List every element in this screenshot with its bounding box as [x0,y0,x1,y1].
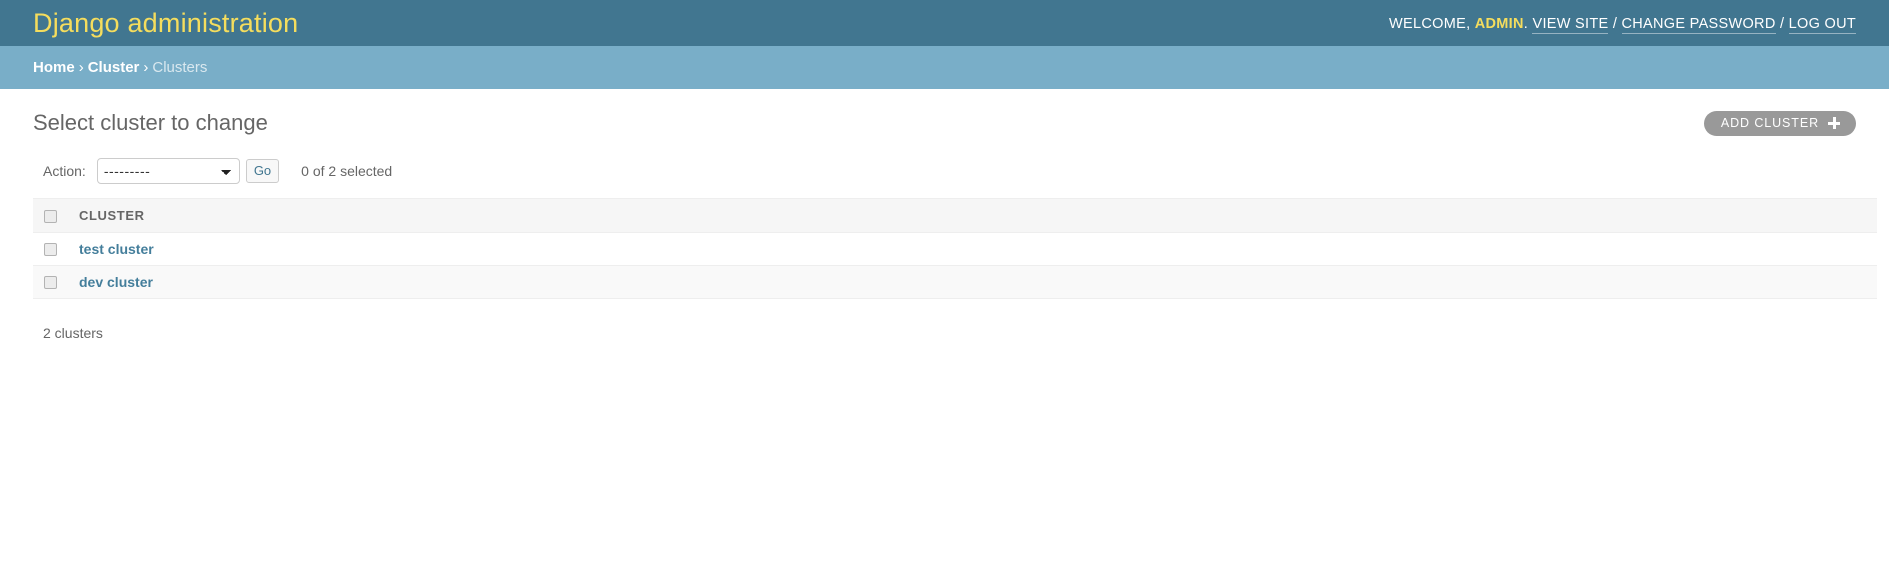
paginator: 2 clusters [33,312,1856,351]
results-table-body: test cluster dev cluster [33,232,1877,299]
result-count: 2 clusters [43,324,103,341]
changelist: Action: --------- Go 0 of 2 selected CLU… [33,155,1877,351]
username-period: . [1523,16,1529,32]
user-tools-separator-2: / [1779,16,1785,32]
row-select-cell [33,232,69,266]
branding: Django administration [33,8,298,38]
column-header-cluster[interactable]: CLUSTER [69,197,1877,233]
action-counter: 0 of 2 selected [301,162,393,179]
site-title-link[interactable]: Django administration [33,8,298,38]
results-table: CLUSTER test cluster dev cluster [33,197,1877,299]
table-row: test cluster [33,232,1877,266]
site-title: Django administration [33,8,298,38]
action-bar: Action: --------- Go 0 of 2 selected [33,155,1856,186]
select-all-header-cell [33,197,69,233]
results-header-row: CLUSTER [33,197,1877,233]
table-row: dev cluster [33,265,1877,299]
row-select-checkbox[interactable] [44,276,57,290]
results-table-head: CLUSTER [33,197,1877,233]
page-title: Select cluster to change [33,110,268,135]
row-select-cell [33,265,69,299]
cluster-link[interactable]: test cluster [79,241,154,257]
add-cluster-label: Add cluster [1720,116,1819,130]
object-tools: Add cluster [1703,111,1856,136]
user-tools: Welcome, ADMIN. View site / Change passw… [1389,14,1856,34]
content-title-row: Select cluster to change Add cluster [33,89,1856,136]
user-tools-separator-1: / [1612,16,1618,32]
row-select-checkbox[interactable] [44,243,57,257]
select-all-checkbox[interactable] [44,209,57,223]
breadcrumb-app-link[interactable]: Cluster [88,59,140,76]
plus-icon [1828,117,1840,130]
cluster-link[interactable]: dev cluster [79,274,153,290]
object-tools-item-add: Add cluster [1703,111,1856,136]
welcome-label: Welcome, [1389,16,1471,32]
run-action-go-button[interactable]: Go [245,158,280,183]
breadcrumb: Home › Cluster › Clusters [0,46,1889,89]
main-content: Select cluster to change Add cluster Act… [0,89,1889,351]
log-out-link[interactable]: Log out [1788,16,1856,34]
action-label: Action: [43,162,86,179]
breadcrumb-current: Clusters [152,59,208,76]
admin-header: Django administration Welcome, ADMIN. Vi… [0,0,1889,46]
current-username: ADMIN [1474,16,1524,32]
action-select[interactable]: --------- [96,157,240,184]
breadcrumb-separator-2: › [143,59,149,76]
add-cluster-button[interactable]: Add cluster [1703,111,1856,136]
admin-page-container: Django administration Welcome, ADMIN. Vi… [0,0,1889,351]
view-site-link[interactable]: View site [1532,16,1609,34]
cluster-name-cell: test cluster [69,232,1877,266]
breadcrumb-separator-1: › [78,59,84,76]
breadcrumb-home-link[interactable]: Home [33,59,75,76]
change-password-link[interactable]: Change password [1621,16,1776,34]
cluster-name-cell: dev cluster [69,265,1877,299]
